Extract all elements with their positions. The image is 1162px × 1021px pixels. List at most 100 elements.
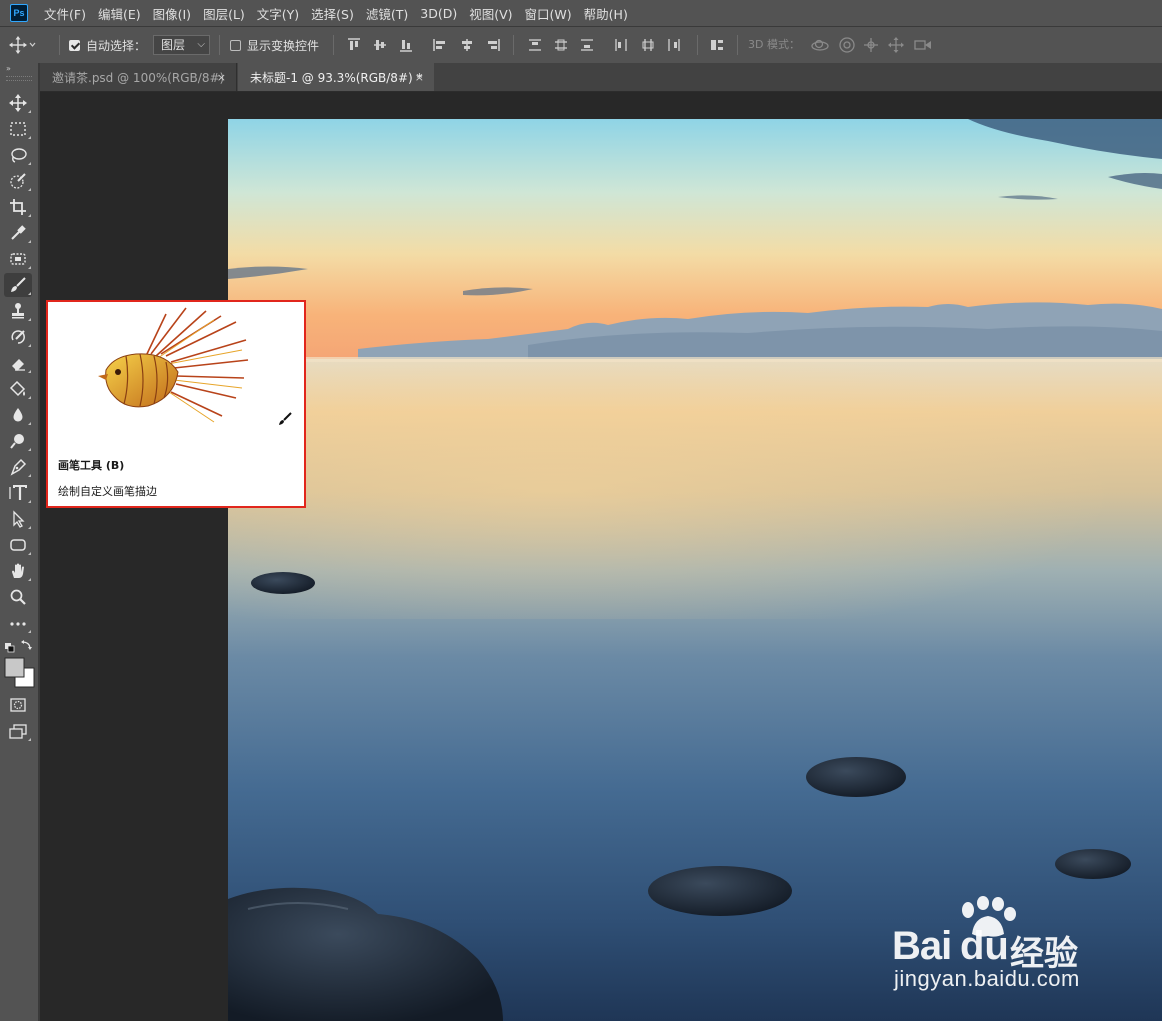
distribute-horizontal-center-icon[interactable]	[640, 37, 656, 53]
auto-select-checkbox[interactable]: 自动选择：	[69, 27, 146, 63]
menu-type[interactable]: 文字(Y)	[257, 4, 299, 23]
3d-slide-icon[interactable]	[887, 36, 904, 53]
rectangle-shape-icon	[10, 539, 26, 551]
blur-tool[interactable]	[4, 403, 32, 427]
tab-untitled-1[interactable]: 未标题-1 @ 93.3%(RGB/8#) * ×	[238, 63, 434, 91]
hand-tool[interactable]	[4, 559, 32, 583]
history-brush-tool[interactable]	[4, 325, 32, 349]
menu-help[interactable]: 帮助(H)	[584, 4, 628, 23]
tab-invitation-psd[interactable]: 邀请茶.psd @ 100%(RGB/8#) ×	[40, 63, 237, 91]
menu-bar: Ps 文件(F) 编辑(E) 图像(I) 图层(L) 文字(Y) 选择(S) 滤…	[0, 0, 1162, 26]
quick-mask-tool[interactable]	[4, 693, 32, 717]
auto-select-target-dropdown[interactable]: 图层 ⌵	[153, 35, 210, 55]
close-icon[interactable]: ×	[415, 71, 424, 84]
divider	[737, 35, 738, 55]
tab-label: 未标题-1 @ 93.3%(RGB/8#) *	[250, 70, 423, 85]
document-canvas[interactable]	[228, 119, 1162, 1021]
photoshop-logo-icon[interactable]: Ps	[10, 4, 28, 22]
divider	[219, 35, 220, 55]
menu-select[interactable]: 选择(S)	[311, 4, 354, 23]
eyedropper-tool[interactable]	[4, 221, 32, 245]
healing-tool[interactable]	[4, 247, 32, 271]
paint-bucket-icon	[9, 380, 26, 397]
path-selection-arrow-icon	[13, 510, 25, 528]
zoom-tool[interactable]	[4, 585, 32, 609]
canvas-workspace[interactable]: Bai du 经验 jingyan.baidu.com	[40, 92, 1162, 1021]
tooltip-title: 画笔工具 (B)	[58, 459, 125, 472]
zoom-magnifier-icon	[10, 589, 26, 605]
3d-pan-icon[interactable]	[862, 36, 878, 52]
menu-layer[interactable]: 图层(L)	[203, 4, 245, 23]
distribute-right-icon[interactable]	[666, 37, 682, 53]
marquee-tool[interactable]	[4, 117, 32, 141]
divider	[697, 35, 698, 55]
path-select-tool[interactable]	[4, 507, 32, 531]
stamp-tool[interactable]	[4, 299, 32, 323]
align-left-icon[interactable]	[432, 37, 448, 53]
type-tool[interactable]	[4, 481, 32, 505]
menu-file[interactable]: 文件(F)	[44, 4, 86, 23]
3d-scale-camera-icon[interactable]	[912, 36, 931, 52]
auto-select-check-icon[interactable]	[69, 39, 80, 51]
align-horizontal-center-icon[interactable]	[459, 37, 475, 53]
menu-window[interactable]: 窗口(W)	[525, 4, 572, 23]
screen-mode-tool[interactable]	[4, 719, 32, 743]
menu-filter[interactable]: 滤镜(T)	[366, 4, 408, 23]
watermark-url: jingyan.baidu.com	[894, 966, 1080, 991]
move-tool[interactable]	[4, 91, 32, 115]
crop-icon	[10, 199, 26, 215]
align-right-icon[interactable]	[485, 37, 501, 53]
pen-icon	[10, 458, 27, 476]
brush-tool[interactable]	[4, 273, 32, 297]
distribute-left-icon[interactable]	[613, 37, 629, 53]
crop-tool[interactable]	[4, 195, 32, 219]
lasso-tool[interactable]	[4, 143, 32, 167]
show-transform-label: 显示变换控件	[247, 38, 320, 53]
menu-image[interactable]: 图像(I)	[153, 4, 191, 23]
3d-orbit-icon[interactable]	[810, 36, 829, 52]
foreground-color-swatch[interactable]	[4, 657, 25, 678]
default-colors-icon[interactable]	[5, 643, 15, 653]
show-transform-check-icon[interactable]	[230, 39, 241, 51]
distribute-top-icon[interactable]	[527, 37, 543, 53]
distribute-vertical-center-icon[interactable]	[553, 37, 569, 53]
panel-grip[interactable]	[6, 76, 32, 81]
history-brush-icon	[11, 330, 25, 344]
hand-icon	[12, 563, 24, 578]
3d-mode-label: 3D 模式：	[748, 38, 800, 51]
align-vertical-center-icon[interactable]	[372, 37, 388, 53]
3d-roll-icon[interactable]	[838, 36, 855, 53]
quick-mask-icon	[10, 698, 26, 712]
brush-icon	[11, 277, 26, 292]
distribute-bottom-icon[interactable]	[579, 37, 595, 53]
tooltip-description: 绘制自定义画笔描边	[58, 485, 157, 498]
paint-bucket-tool[interactable]	[4, 377, 32, 401]
quick-select-tool[interactable]	[4, 169, 32, 193]
move-icon	[9, 94, 27, 112]
dodge-tool[interactable]	[4, 429, 32, 453]
brush-cursor-icon	[279, 412, 292, 425]
chevron-down-icon	[29, 42, 36, 47]
tools-panel: »	[0, 63, 40, 1021]
collapse-panel-icon[interactable]: »	[6, 64, 11, 73]
pen-tool[interactable]	[4, 455, 32, 479]
shape-tool[interactable]	[4, 533, 32, 557]
ellipsis-icon	[10, 622, 26, 626]
more-tools[interactable]	[4, 611, 32, 635]
menu-3d[interactable]: 3D(D)	[420, 6, 457, 21]
divider	[59, 35, 60, 55]
align-bottom-icon[interactable]	[398, 37, 414, 53]
divider	[333, 35, 334, 55]
auto-align-layers-icon[interactable]	[709, 37, 725, 53]
menu-view[interactable]: 视图(V)	[469, 4, 512, 23]
close-icon[interactable]: ×	[217, 71, 226, 84]
move-tool-icon	[9, 36, 36, 54]
menu-edit[interactable]: 编辑(E)	[98, 4, 141, 23]
tool-preset-picker[interactable]	[8, 27, 36, 63]
eraser-tool[interactable]	[4, 351, 32, 375]
screen-mode-icon	[9, 724, 27, 739]
swap-colors-icon[interactable]	[21, 640, 32, 650]
align-top-icon[interactable]	[346, 37, 362, 53]
divider	[513, 35, 514, 55]
show-transform-checkbox[interactable]: 显示变换控件	[230, 27, 319, 63]
